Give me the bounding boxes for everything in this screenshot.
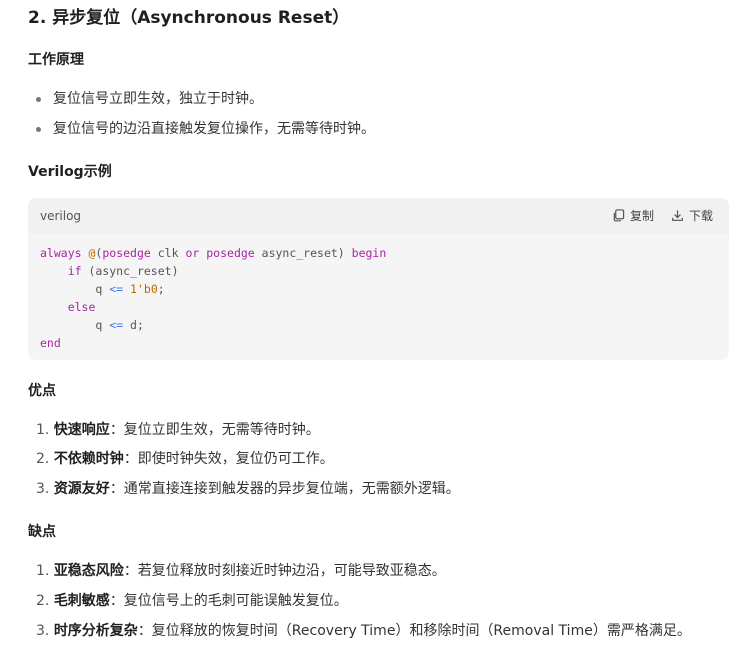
list-item-label: 不依赖时钟	[53, 451, 124, 467]
list-item-label: 资源友好	[53, 481, 110, 497]
list-item-text: ：即使时钟失效，复位仍可工作。	[123, 451, 334, 467]
list-item: 3. 时序分析复杂：复位释放的恢复时间（Recovery Time）和移除时间（…	[36, 621, 691, 641]
list-number: 2.	[36, 451, 50, 467]
list-item: 复位信号的边沿直接触发复位操作，无需等待时钟。	[36, 119, 375, 139]
list-item-text: ：复位信号上的毛刺可能误触发复位。	[109, 593, 348, 609]
list-item: 1. 快速响应：复位立即生效，无需等待时钟。	[36, 420, 320, 440]
code-token: async_reset)	[254, 246, 352, 260]
list-item-label: 时序分析复杂	[53, 623, 138, 639]
list-item: 1. 亚稳态风险：若复位释放时刻接近时钟边沿，可能导致亚稳态。	[36, 561, 446, 581]
code-token: 1'b0	[130, 282, 158, 296]
bullet-dot	[36, 97, 41, 102]
bullet-dot	[36, 127, 41, 132]
download-button[interactable]: 下载	[671, 207, 713, 224]
code-language-label: verilog	[40, 209, 82, 223]
pros-heading: 优点	[28, 383, 56, 399]
code-token: (async_reset)	[81, 264, 179, 278]
cons-heading: 缺点	[28, 524, 56, 540]
code-token: posedge	[102, 246, 151, 260]
download-icon	[672, 210, 683, 221]
list-number: 3.	[36, 481, 50, 497]
download-label: 下载	[689, 209, 714, 223]
document-page: 2. 异步复位（Asynchronous Reset） 工作原理 复位信号立即生…	[0, 0, 729, 652]
list-item-label: 亚稳态风险	[53, 563, 124, 579]
list-item-text: ：复位释放的恢复时间（Recovery Time）和移除时间（Removal T…	[137, 623, 691, 639]
code-content: always @(posedge clk or posedge async_re…	[40, 244, 386, 352]
list-item-text: 复位信号立即生效，独立于时钟。	[53, 91, 263, 107]
code-token: always	[40, 246, 82, 260]
code-token: end	[40, 336, 61, 350]
list-number: 1.	[36, 422, 50, 438]
code-block: verilog 复制 下载 always @(posedge clk or po…	[28, 198, 729, 360]
code-token: or	[185, 246, 200, 260]
list-number: 3.	[36, 623, 50, 639]
code-token: posedge	[206, 246, 255, 260]
list-item-label: 毛刺敏感	[53, 593, 110, 609]
list-item-text: ：若复位释放时刻接近时钟边沿，可能导致亚稳态。	[123, 563, 446, 579]
code-token: q	[95, 282, 110, 296]
code-token: <=	[109, 318, 124, 332]
copy-button[interactable]: 复制	[612, 207, 654, 224]
copy-label: 复制	[630, 209, 655, 223]
code-token: <=	[109, 282, 124, 296]
list-item-label: 快速响应	[53, 422, 110, 438]
principle-heading: 工作原理	[28, 52, 84, 68]
section-title: 2. 异步复位（Asynchronous Reset）	[28, 8, 350, 28]
list-number: 1.	[36, 563, 50, 579]
copy-icon	[613, 209, 625, 222]
code-token: q	[95, 318, 110, 332]
code-token: ;	[157, 282, 165, 296]
code-token: begin	[351, 246, 387, 260]
list-item-text: ：复位立即生效，无需等待时钟。	[109, 422, 320, 438]
code-token: d;	[123, 318, 144, 332]
list-item: 2. 不依赖时钟：即使时钟失效，复位仍可工作。	[36, 449, 334, 469]
code-token: clk	[150, 246, 186, 260]
list-item: 3. 资源友好：通常直接连接到触发器的异步复位端，无需额外逻辑。	[36, 479, 460, 499]
list-number: 2.	[36, 593, 50, 609]
list-item: 复位信号立即生效，独立于时钟。	[36, 89, 263, 109]
list-item-text: ：通常直接连接到触发器的异步复位端，无需额外逻辑。	[109, 481, 460, 497]
list-item-text: 复位信号的边沿直接触发复位操作，无需等待时钟。	[53, 121, 375, 137]
list-item: 2. 毛刺敏感：复位信号上的毛刺可能误触发复位。	[36, 591, 348, 611]
code-token: if	[67, 264, 82, 278]
code-token: else	[67, 300, 96, 314]
example-heading: Verilog示例	[28, 164, 112, 180]
code-block-header: verilog 复制 下载	[28, 198, 729, 234]
